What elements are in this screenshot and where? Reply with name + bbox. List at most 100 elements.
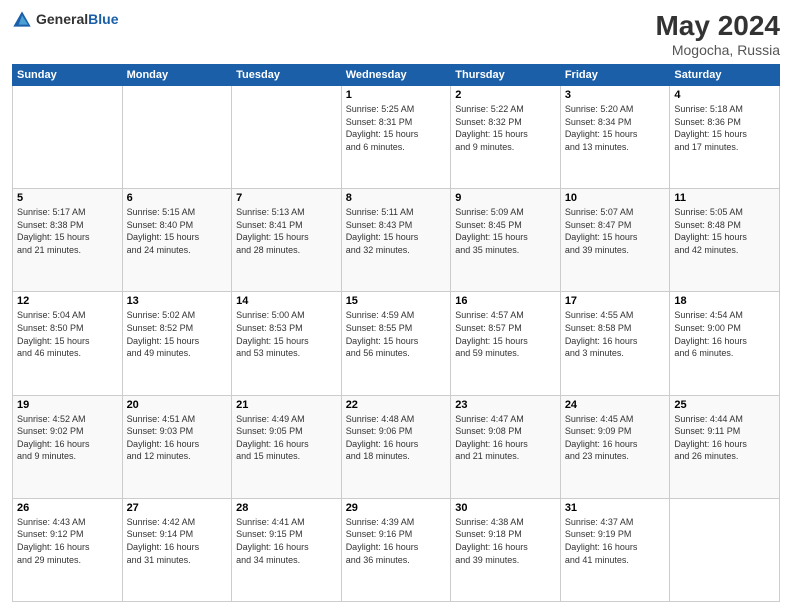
calendar-cell: 6 Sunrise: 5:15 AM Sunset: 8:40 PM Daylig… xyxy=(122,189,232,292)
day-info: Sunrise: 5:25 AM Sunset: 8:31 PM Dayligh… xyxy=(346,103,447,153)
day-info: Sunrise: 4:39 AM Sunset: 9:16 PM Dayligh… xyxy=(346,516,447,566)
day-number: 21 xyxy=(236,399,337,411)
day-number: 23 xyxy=(455,399,556,411)
day-info: Sunrise: 5:00 AM Sunset: 8:53 PM Dayligh… xyxy=(236,309,337,359)
day-number: 7 xyxy=(236,192,337,204)
calendar-cell: 16Sunrise: 4:57 AM Sunset: 8:57 PM Dayli… xyxy=(451,292,561,395)
day-number: 18 xyxy=(674,295,775,307)
day-number: 3 xyxy=(565,89,666,101)
calendar-cell: 18Sunrise: 4:54 AM Sunset: 9:00 PM Dayli… xyxy=(670,292,780,395)
day-number: 12 xyxy=(17,295,118,307)
calendar-cell xyxy=(670,498,780,601)
day-info: Sunrise: 5:11 AM Sunset: 8:43 PM Dayligh… xyxy=(346,206,447,256)
calendar-cell: 4 Sunrise: 5:18 AM Sunset: 8:36 PM Daylig… xyxy=(670,86,780,189)
day-info: Sunrise: 4:44 AM Sunset: 9:11 PM Dayligh… xyxy=(674,413,775,463)
day-number: 10 xyxy=(565,192,666,204)
calendar-cell: 9 Sunrise: 5:09 AM Sunset: 8:45 PM Daylig… xyxy=(451,189,561,292)
day-info: Sunrise: 4:59 AM Sunset: 8:55 PM Dayligh… xyxy=(346,309,447,359)
day-info: Sunrise: 5:18 AM Sunset: 8:36 PM Dayligh… xyxy=(674,103,775,153)
day-number: 30 xyxy=(455,502,556,514)
calendar-cell: 15Sunrise: 4:59 AM Sunset: 8:55 PM Dayli… xyxy=(341,292,451,395)
calendar-cell xyxy=(232,86,342,189)
calendar-cell: 26 Sunrise: 4:43 AM Sunset: 9:12 PM Dayli… xyxy=(13,498,123,601)
day-number: 8 xyxy=(346,192,447,204)
calendar-location: Mogocha, Russia xyxy=(655,42,780,58)
day-info: Sunrise: 4:51 AM Sunset: 9:03 PM Dayligh… xyxy=(127,413,228,463)
calendar-cell: 14 Sunrise: 5:00 AM Sunset: 8:53 PM Dayli… xyxy=(232,292,342,395)
calendar-cell: 11 Sunrise: 5:05 AM Sunset: 8:48 PM Dayli… xyxy=(670,189,780,292)
day-info: Sunrise: 5:05 AM Sunset: 8:48 PM Dayligh… xyxy=(674,206,775,256)
day-info: Sunrise: 4:52 AM Sunset: 9:02 PM Dayligh… xyxy=(17,413,118,463)
day-info: Sunrise: 5:04 AM Sunset: 8:50 PM Dayligh… xyxy=(17,309,118,359)
calendar-cell: 30 Sunrise: 4:38 AM Sunset: 9:18 PM Dayli… xyxy=(451,498,561,601)
header-thursday: Thursday xyxy=(451,65,561,86)
calendar-cell: 17 Sunrise: 4:55 AM Sunset: 8:58 PM Dayli… xyxy=(560,292,670,395)
day-info: Sunrise: 5:09 AM Sunset: 8:45 PM Dayligh… xyxy=(455,206,556,256)
day-number: 16 xyxy=(455,295,556,307)
calendar-cell: 12 Sunrise: 5:04 AM Sunset: 8:50 PM Dayli… xyxy=(13,292,123,395)
day-number: 9 xyxy=(455,192,556,204)
calendar-cell: 27 Sunrise: 4:42 AM Sunset: 9:14 PM Dayli… xyxy=(122,498,232,601)
calendar-cell: 7 Sunrise: 5:13 AM Sunset: 8:41 PM Daylig… xyxy=(232,189,342,292)
logo-general: GeneralBlue xyxy=(36,11,118,29)
day-info: Sunrise: 4:45 AM Sunset: 9:09 PM Dayligh… xyxy=(565,413,666,463)
day-number: 26 xyxy=(17,502,118,514)
day-headers-row: Sunday Monday Tuesday Wednesday Thursday… xyxy=(13,65,780,86)
day-number: 4 xyxy=(674,89,775,101)
header-monday: Monday xyxy=(122,65,232,86)
calendar-title: May 2024 xyxy=(655,10,780,42)
day-info: Sunrise: 4:42 AM Sunset: 9:14 PM Dayligh… xyxy=(127,516,228,566)
calendar-cell: 22 Sunrise: 4:48 AM Sunset: 9:06 PM Dayli… xyxy=(341,395,451,498)
day-info: Sunrise: 5:20 AM Sunset: 8:34 PM Dayligh… xyxy=(565,103,666,153)
logo-icon xyxy=(12,10,32,30)
day-info: Sunrise: 4:55 AM Sunset: 8:58 PM Dayligh… xyxy=(565,309,666,359)
day-number: 22 xyxy=(346,399,447,411)
calendar-row-5: 26 Sunrise: 4:43 AM Sunset: 9:12 PM Dayli… xyxy=(13,498,780,601)
logo: GeneralBlue xyxy=(12,10,118,30)
day-info: Sunrise: 5:22 AM Sunset: 8:32 PM Dayligh… xyxy=(455,103,556,153)
header-sunday: Sunday xyxy=(13,65,123,86)
day-number: 5 xyxy=(17,192,118,204)
day-number: 13 xyxy=(127,295,228,307)
day-number: 24 xyxy=(565,399,666,411)
day-info: Sunrise: 4:41 AM Sunset: 9:15 PM Dayligh… xyxy=(236,516,337,566)
calendar-cell xyxy=(13,86,123,189)
day-info: Sunrise: 4:37 AM Sunset: 9:19 PM Dayligh… xyxy=(565,516,666,566)
day-info: Sunrise: 5:13 AM Sunset: 8:41 PM Dayligh… xyxy=(236,206,337,256)
day-info: Sunrise: 4:47 AM Sunset: 9:08 PM Dayligh… xyxy=(455,413,556,463)
calendar-cell: 25 Sunrise: 4:44 AM Sunset: 9:11 PM Dayli… xyxy=(670,395,780,498)
header-wednesday: Wednesday xyxy=(341,65,451,86)
header-saturday: Saturday xyxy=(670,65,780,86)
page: GeneralBlue May 2024 Mogocha, Russia Sun… xyxy=(0,0,792,612)
calendar-row-4: 19 Sunrise: 4:52 AM Sunset: 9:02 PM Dayli… xyxy=(13,395,780,498)
day-info: Sunrise: 5:02 AM Sunset: 8:52 PM Dayligh… xyxy=(127,309,228,359)
calendar-cell: 24 Sunrise: 4:45 AM Sunset: 9:09 PM Dayli… xyxy=(560,395,670,498)
day-number: 11 xyxy=(674,192,775,204)
day-info: Sunrise: 4:38 AM Sunset: 9:18 PM Dayligh… xyxy=(455,516,556,566)
day-number: 27 xyxy=(127,502,228,514)
day-number: 14 xyxy=(236,295,337,307)
day-number: 19 xyxy=(17,399,118,411)
day-info: Sunrise: 4:43 AM Sunset: 9:12 PM Dayligh… xyxy=(17,516,118,566)
calendar-cell: 1Sunrise: 5:25 AM Sunset: 8:31 PM Daylig… xyxy=(341,86,451,189)
day-number: 25 xyxy=(674,399,775,411)
calendar-cell: 3 Sunrise: 5:20 AM Sunset: 8:34 PM Daylig… xyxy=(560,86,670,189)
calendar-cell: 10Sunrise: 5:07 AM Sunset: 8:47 PM Dayli… xyxy=(560,189,670,292)
calendar-cell: 13 Sunrise: 5:02 AM Sunset: 8:52 PM Dayli… xyxy=(122,292,232,395)
day-info: Sunrise: 4:48 AM Sunset: 9:06 PM Dayligh… xyxy=(346,413,447,463)
calendar-row-1: 1Sunrise: 5:25 AM Sunset: 8:31 PM Daylig… xyxy=(13,86,780,189)
day-info: Sunrise: 5:15 AM Sunset: 8:40 PM Dayligh… xyxy=(127,206,228,256)
calendar-cell: 19 Sunrise: 4:52 AM Sunset: 9:02 PM Dayli… xyxy=(13,395,123,498)
day-number: 17 xyxy=(565,295,666,307)
calendar-row-2: 5 Sunrise: 5:17 AM Sunset: 8:38 PM Daylig… xyxy=(13,189,780,292)
day-number: 31 xyxy=(565,502,666,514)
header: GeneralBlue May 2024 Mogocha, Russia xyxy=(12,10,780,58)
day-info: Sunrise: 5:17 AM Sunset: 8:38 PM Dayligh… xyxy=(17,206,118,256)
calendar-cell xyxy=(122,86,232,189)
calendar-cell: 21Sunrise: 4:49 AM Sunset: 9:05 PM Dayli… xyxy=(232,395,342,498)
calendar-cell: 8 Sunrise: 5:11 AM Sunset: 8:43 PM Daylig… xyxy=(341,189,451,292)
calendar-cell: 2Sunrise: 5:22 AM Sunset: 8:32 PM Daylig… xyxy=(451,86,561,189)
day-number: 29 xyxy=(346,502,447,514)
header-friday: Friday xyxy=(560,65,670,86)
day-number: 6 xyxy=(127,192,228,204)
